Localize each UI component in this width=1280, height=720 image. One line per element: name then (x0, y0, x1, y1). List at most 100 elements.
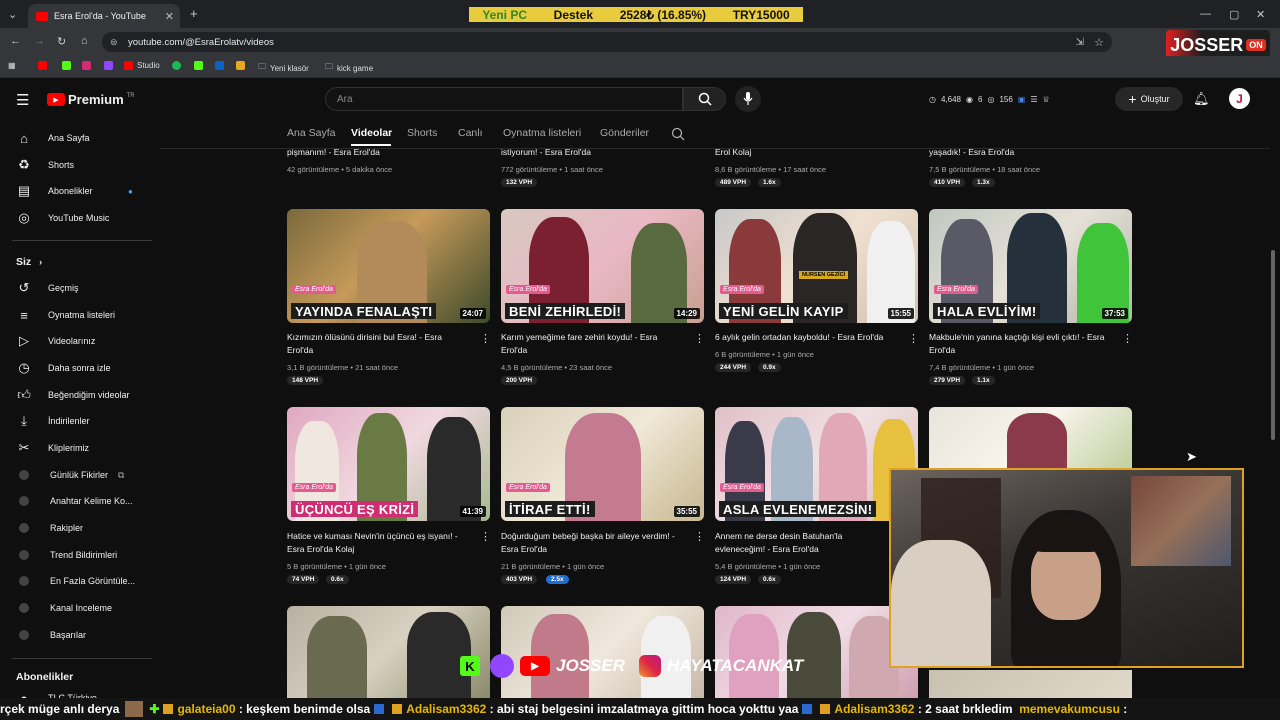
more-options-icon[interactable]: ⋮ (694, 530, 705, 543)
close-tab-icon[interactable]: ✕ (165, 10, 174, 23)
video-title[interactable]: Karım yemeğime fare zehiri koydu! - Esra… (501, 331, 681, 357)
video-title[interactable]: 6 aylık gelin ortadan kayboldu! - Esra E… (715, 331, 895, 344)
search-icon (698, 92, 712, 106)
tab-videos[interactable]: Videolar (351, 127, 392, 139)
new-tab-icon[interactable]: + (190, 6, 198, 21)
sidebar-ext-en-fazla[interactable]: En Fazla Görüntüle... (16, 571, 135, 591)
like-icon: 👍︎ (17, 387, 31, 402)
notification-bell-icon[interactable]: 🔔︎ (1193, 91, 1210, 107)
video-title[interactable]: Kızımızın ölüsünü dirisini bul Esra! - E… (287, 331, 467, 357)
bookmark-youtube-icon[interactable] (38, 61, 47, 70)
bookmark-spotify-icon[interactable] (172, 61, 181, 70)
maximize-icon[interactable]: ▢ (1229, 8, 1239, 21)
sidebar-item-watch-later[interactable]: ◷ Daha sonra izle (16, 358, 110, 378)
sidebar-ext-anahtar-kelime[interactable]: Anahtar Kelime Ko... (16, 491, 133, 511)
video-thumbnail[interactable] (929, 670, 1132, 698)
sidebar-ext-trend[interactable]: Trend Bildirimleri (16, 545, 117, 565)
tab-list-icon[interactable]: ⌄ (8, 8, 17, 21)
video-thumbnail[interactable]: Esra Erol'da YAYINDA FENALAŞTI 24:07 (287, 209, 490, 323)
bookmark-studio[interactable]: Studio (124, 61, 160, 70)
video-thumbnail[interactable]: Esra Erol'da HALA EVLİYİM! 37:53 (929, 209, 1132, 323)
stock-item: TRY15000 (732, 7, 790, 22)
sidebar-item-downloads[interactable]: ⤓ İndirilenler (16, 411, 89, 431)
voice-search-button[interactable] (735, 86, 761, 112)
chat-text: rçek müge anlı derya (0, 702, 120, 716)
more-options-icon[interactable]: ⋮ (480, 332, 491, 345)
bookmark-instagram-icon[interactable] (82, 61, 91, 70)
avatar[interactable]: J (1229, 88, 1250, 109)
video-title[interactable]: pişmanım! - Esra Erol'da (287, 146, 467, 159)
video-thumbnail[interactable]: NURSEN GEZİCİ Esra Erol'da YENİ GELİN KA… (715, 209, 918, 323)
extension-icon[interactable]: ▣ (1018, 95, 1026, 104)
sidebar-item-youtube-music[interactable]: ◎ YouTube Music (16, 208, 109, 228)
sidebar-ext-kanal-inceleme[interactable]: Kanal Inceleme (16, 598, 112, 618)
studio-icon (124, 61, 133, 70)
home-icon[interactable]: ⌂ (81, 35, 88, 47)
video-meta: 42 görüntüleme • 5 dakika önce (287, 165, 393, 174)
close-window-icon[interactable]: ✕ (1256, 8, 1265, 21)
vidiq-stats[interactable]: ◷ 4,648 ◉ 6 ◎ 156 ▣ ☰ ♕ (929, 89, 1107, 109)
tab-home[interactable]: Ana Sayfa (287, 127, 335, 139)
scrollbar-thumb[interactable] (1271, 250, 1275, 440)
video-thumbnail[interactable] (287, 606, 490, 698)
sidebar-item-history[interactable]: ↺ Geçmiş (16, 278, 79, 298)
more-options-icon[interactable]: ⋮ (480, 530, 491, 543)
more-options-icon[interactable]: ⋮ (1122, 332, 1133, 345)
video-meta: 7,5 B görüntüleme • 18 saat önce (929, 165, 1041, 174)
video-thumbnail[interactable]: Esra Erol'da İTİRAF ETTİ! 35:55 (501, 407, 704, 521)
menu-icon[interactable]: ☰ (16, 91, 29, 109)
site-info-icon[interactable]: ⊜ (110, 37, 118, 48)
install-icon[interactable]: ⇲ (1076, 37, 1084, 48)
sidebar-item-shorts[interactable]: ♻ Shorts (16, 155, 74, 175)
search-input[interactable]: Ara (325, 87, 683, 111)
channel-search-icon[interactable] (671, 127, 685, 141)
video-title[interactable]: Erol Kolaj (715, 146, 895, 159)
apps-grid-icon[interactable]: ▦ (8, 61, 16, 70)
youtube-premium-logo[interactable]: ▶ Premium TR (47, 92, 135, 107)
video-thumbnail[interactable] (929, 407, 1132, 469)
more-options-icon[interactable]: ⋮ (694, 332, 705, 345)
bookmark-kick-icon[interactable] (62, 61, 71, 70)
bookmark-outlook-icon[interactable] (215, 61, 224, 70)
video-thumbnail[interactable]: Esra Erol'da ASLA EVLENEMEZSİN! (715, 407, 918, 521)
back-icon[interactable]: ← (10, 35, 21, 47)
tab-live[interactable]: Canlı (458, 127, 483, 139)
video-title[interactable]: Annem ne derse desin Batuhan'la evlenece… (715, 530, 875, 556)
video-thumbnail[interactable]: Esra Erol'da ÜÇÜNCÜ EŞ KRİZİ 41:39 (287, 407, 490, 521)
video-title[interactable]: Hatice ve kuması Nevin'in üçüncü eş isya… (287, 530, 467, 556)
bookmark-kick2-icon[interactable] (194, 61, 203, 70)
sidebar-ext-rakipler[interactable]: Rakipler (16, 518, 83, 538)
video-title[interactable]: Makbule'nin yanına kaçtığı kişi evli çık… (929, 331, 1109, 357)
sidebar-ext-gunluk-fikirler[interactable]: Günlük Fikirler ⧉ (16, 465, 124, 485)
url-field[interactable]: ⊜ youtube.com/@EsraErolatv/videos ⇲ ☆ (102, 32, 1112, 52)
sidebar-section-you[interactable]: Siz › (16, 252, 42, 272)
sidebar-item-home[interactable]: ⌂ Ana Sayfa (16, 128, 89, 148)
bookmark-folder-kick-game[interactable]: 🗀 kick game (325, 61, 373, 75)
create-button[interactable]: + Oluştur (1115, 87, 1183, 111)
sidebar-item-your-videos[interactable]: ▷ Videolarınız (16, 331, 95, 351)
sidebar-item-subscriptions[interactable]: ▤ Abonelikler ● (16, 181, 133, 201)
tab-playlists[interactable]: Oynatma listeleri (503, 127, 581, 139)
video-title[interactable]: istiyorum! - Esra Erol'da (501, 146, 681, 159)
tab-posts[interactable]: Gönderiler (600, 127, 649, 139)
bookmark-star-icon[interactable]: ☆ (1094, 36, 1104, 49)
tab-shorts[interactable]: Shorts (407, 127, 437, 139)
sidebar-item-clips[interactable]: ✂ Kliplerimiz (16, 438, 89, 458)
bookmark-extra-icon[interactable] (236, 61, 245, 70)
bookmark-folder-yeni-klasor[interactable]: 🗀 Yeni klasör (258, 61, 309, 75)
filter-icon[interactable]: ☰ (1030, 95, 1037, 104)
video-thumbnail[interactable]: Esra Erol'da BENİ ZEHİRLEDİ! 14:29 (501, 209, 704, 323)
trophy-icon[interactable]: ♕ (1043, 95, 1050, 104)
minimize-icon[interactable]: — (1200, 8, 1211, 20)
forward-icon[interactable]: → (34, 35, 45, 47)
search-button[interactable] (683, 87, 726, 111)
reload-icon[interactable]: ↻ (57, 35, 66, 48)
video-title[interactable]: Doğurduğum bebeği başka bir aileye verdi… (501, 530, 681, 556)
video-title[interactable]: yaşadık! - Esra Erol'da (929, 146, 1109, 159)
sidebar-ext-basarilar[interactable]: Başarılar (16, 625, 86, 645)
bookmark-twitch-icon[interactable] (104, 61, 113, 70)
more-options-icon[interactable]: ⋮ (908, 332, 919, 345)
sidebar-item-liked[interactable]: 👍︎ Beğendiğim videolar (16, 385, 129, 405)
browser-tab-active[interactable]: Esra Erol'da - YouTube ✕ (28, 4, 180, 28)
sidebar-item-playlists[interactable]: ≡ Oynatma listeleri (16, 305, 115, 325)
